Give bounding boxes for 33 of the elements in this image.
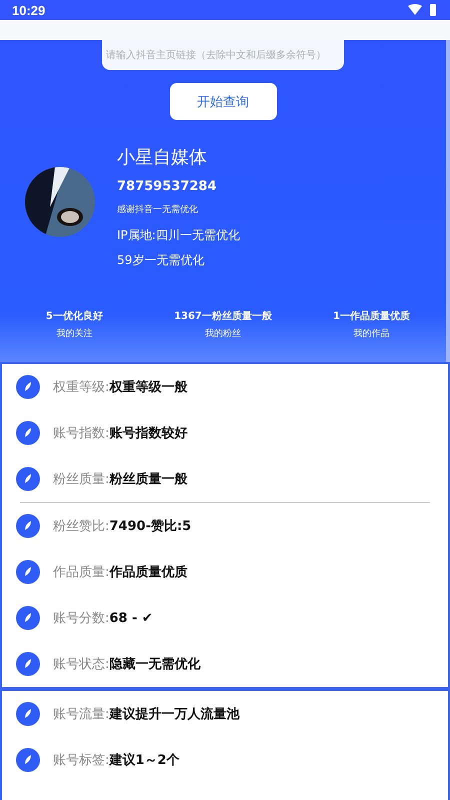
ip-location: IP属地:四川一无需优化 xyxy=(117,227,240,244)
start-query-button[interactable]: 开始查询 xyxy=(170,83,276,120)
stat-value: 5一优化良好 xyxy=(46,309,103,323)
profile-name: 小星自媒体 xyxy=(117,146,208,169)
link-input-field[interactable]: 请输入抖音主页链接（去除中文和后缀多余符号） xyxy=(102,40,344,70)
info-item: 账号指数:账号指数较好 xyxy=(53,425,188,442)
info-item: 权重等级:权重等级一般 xyxy=(53,378,188,396)
wifi-battery-icon xyxy=(408,4,438,16)
profile-signature: 感谢抖音一无需优化 xyxy=(117,204,199,216)
info-item: 作品质量:作品质量优质 xyxy=(53,564,188,581)
leaf-icon xyxy=(16,514,40,538)
leaf-icon xyxy=(16,748,40,772)
leaf-icon xyxy=(16,702,40,726)
stat-label: 我的粉丝 xyxy=(204,328,241,340)
info-item: 粉丝赞比:7490-赞比:5 xyxy=(53,518,192,535)
leaf-icon xyxy=(16,606,40,630)
stat-value: 1一作品质量优质 xyxy=(333,310,410,323)
stat-label: 我的作品 xyxy=(354,328,390,340)
status-time: 10:29 xyxy=(12,2,46,18)
info-item: 账号分数:68 - ✔ xyxy=(53,610,153,627)
leaf-icon xyxy=(16,375,40,399)
stat-value: 1367一粉丝质量一般 xyxy=(174,310,272,323)
leaf-icon xyxy=(16,467,40,491)
profile-id: 78759537284 xyxy=(117,179,218,194)
info-item: 账号流量:建议提升一万人流量池 xyxy=(53,706,240,723)
leaf-icon xyxy=(16,421,40,445)
age-text: 59岁一无需优化 xyxy=(117,252,206,269)
leaf-icon xyxy=(16,652,40,676)
info-item: 账号状态:隐藏一无需优化 xyxy=(53,656,200,673)
leaf-icon xyxy=(16,560,40,584)
stat-label: 我的关注 xyxy=(56,328,92,340)
info-item: 粉丝质量:粉丝质量一般 xyxy=(53,471,188,488)
info-item: 账号标签:建议1～2个 xyxy=(53,752,180,769)
